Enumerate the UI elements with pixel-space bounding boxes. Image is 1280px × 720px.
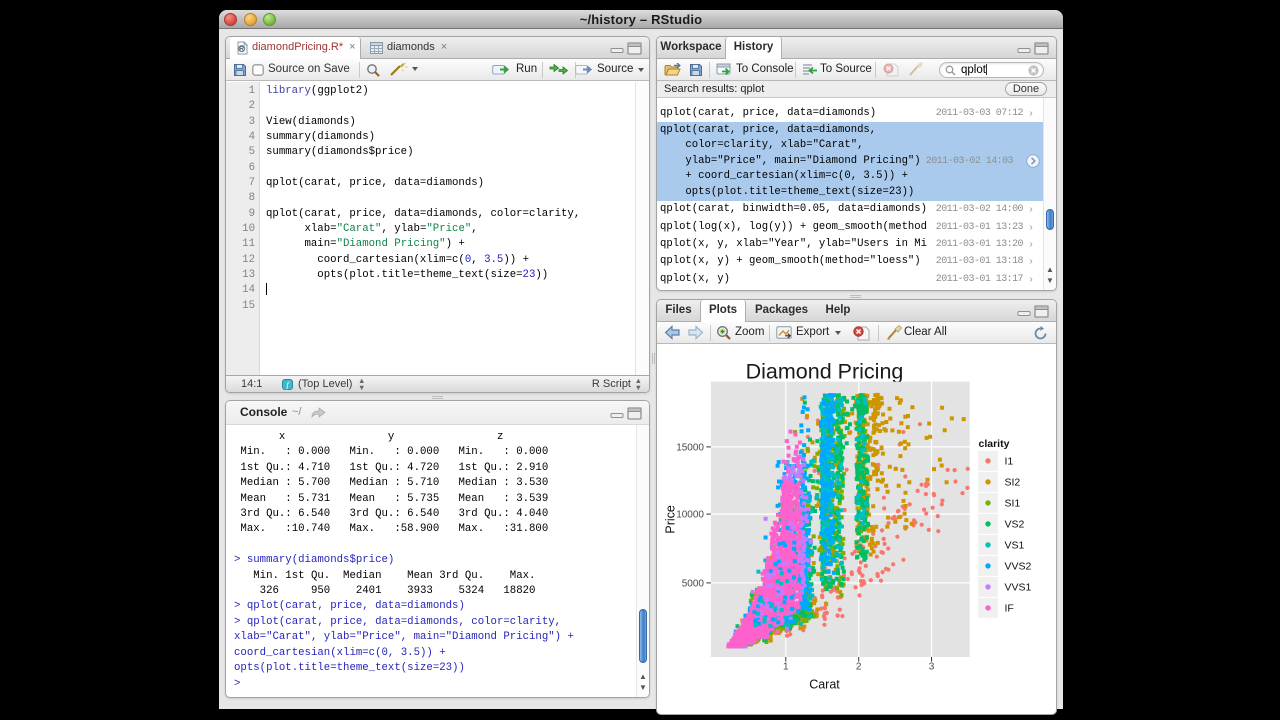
svg-text:SI2: SI2: [1005, 477, 1021, 489]
svg-text:VS2: VS2: [1005, 519, 1025, 531]
svg-text:Diamond Pricing: Diamond Pricing: [746, 360, 904, 384]
svg-text:Carat: Carat: [809, 678, 840, 692]
svg-text:VVS1: VVS1: [1005, 582, 1032, 594]
svg-text:Price: Price: [664, 505, 678, 534]
svg-text:VS1: VS1: [1005, 540, 1025, 552]
svg-text:15000: 15000: [676, 442, 704, 453]
svg-text:5000: 5000: [682, 578, 705, 589]
svg-text:2: 2: [856, 662, 862, 673]
svg-text:clarity: clarity: [979, 438, 1010, 450]
svg-text:1: 1: [783, 662, 789, 673]
svg-text:SI1: SI1: [1005, 498, 1021, 510]
svg-text:10000: 10000: [676, 510, 704, 521]
svg-text:VVS2: VVS2: [1005, 561, 1032, 573]
svg-text:3: 3: [929, 662, 935, 673]
svg-text:IF: IF: [1005, 603, 1014, 615]
svg-text:R: R: [239, 46, 244, 53]
svg-text:I1: I1: [1005, 456, 1014, 468]
